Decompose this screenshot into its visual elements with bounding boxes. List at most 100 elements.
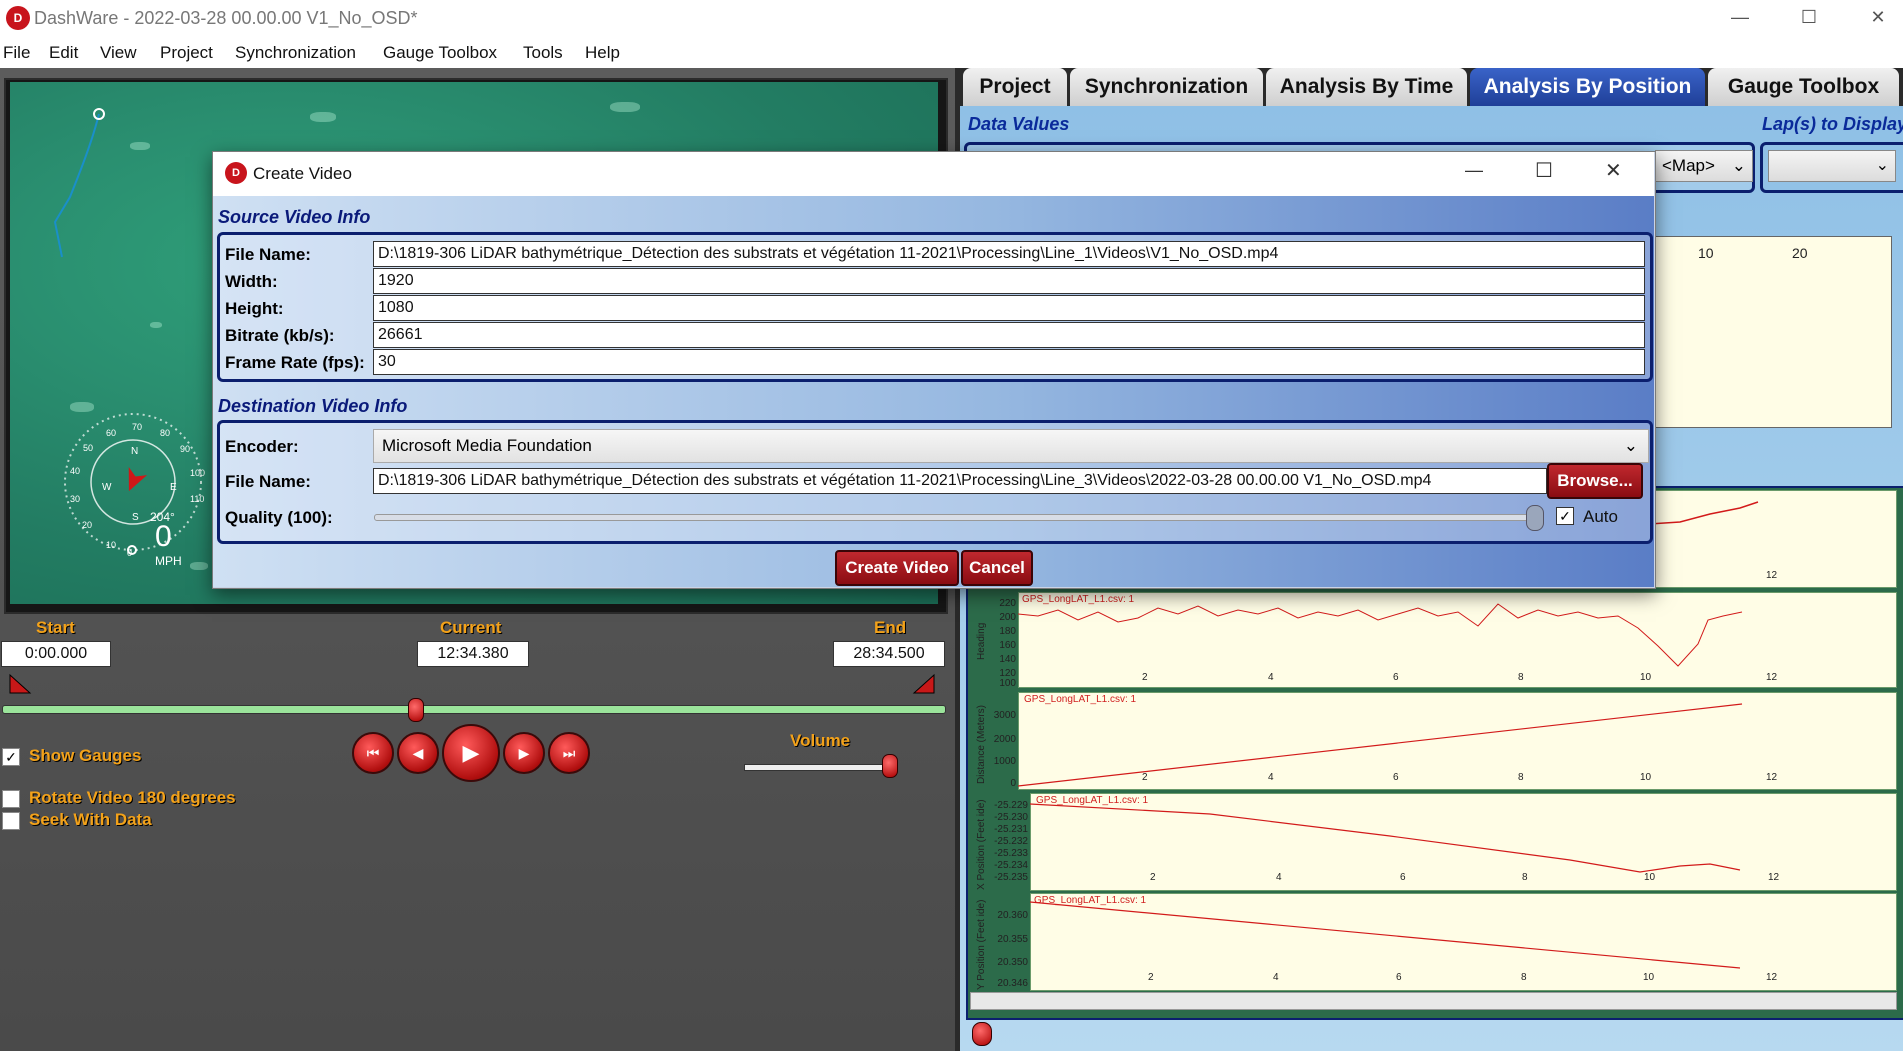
timeline-thumb[interactable] (408, 698, 424, 722)
speed-readout: 0 (155, 520, 172, 553)
dialog-close-icon[interactable]: ✕ (1605, 158, 1622, 183)
gauge-tick: 40 (70, 466, 81, 476)
width-field[interactable]: 1920 (373, 268, 1645, 294)
x-tick: 12 (1766, 772, 1778, 783)
close-icon[interactable]: ✕ (1855, 0, 1901, 34)
height-label: Height: (225, 299, 284, 318)
tab-analysis-by-time[interactable]: Analysis By Time (1266, 68, 1467, 106)
source-file-field[interactable]: D:\1819-306 LiDAR bathymétrique_Détectio… (373, 241, 1645, 267)
dest-file-field[interactable]: D:\1819-306 LiDAR bathymétrique_Détectio… (373, 468, 1547, 494)
graph-4-line (1030, 803, 1741, 873)
destination-section-heading: Destination Video Info (218, 396, 408, 416)
end-time-field[interactable]: 28:34.500 (833, 641, 945, 667)
chevron-down-icon: ⌄ (1875, 157, 1889, 174)
y-tick: -25.233 (994, 848, 1028, 859)
volume-slider[interactable] (744, 764, 896, 771)
quality-slider[interactable] (374, 514, 1536, 521)
source-file-label: File Name: (225, 245, 311, 264)
title-bar: D DashWare - 2022-03-28 00.00.00 V1_No_O… (0, 0, 1903, 38)
encoder-select[interactable]: Microsoft Media Foundation ⌄ (373, 429, 1649, 463)
start-time-field[interactable]: 0:00.000 (1, 641, 111, 667)
gauge-tick: 100 (190, 468, 206, 478)
minimize-icon[interactable]: — (1717, 0, 1763, 34)
tab-gauge-toolbox[interactable]: Gauge Toolbox (1708, 68, 1899, 106)
volume-thumb[interactable] (882, 754, 898, 778)
speed-unit: MPH (155, 554, 182, 568)
quality-thumb[interactable] (1526, 505, 1544, 531)
step-back-button[interactable]: ◀ (397, 732, 439, 774)
dialog-minimize-icon[interactable]: — (1465, 160, 1483, 181)
menu-edit[interactable]: Edit (49, 43, 78, 63)
app-logo-icon: D (6, 6, 30, 30)
graphs-scrollbar[interactable] (970, 992, 1897, 1010)
skip-start-button[interactable]: ⏮ (352, 732, 394, 774)
frame-rate-field[interactable]: 30 (373, 349, 1645, 375)
chevron-down-icon: ⌄ (1623, 436, 1638, 455)
gauge-tick: 90 (180, 444, 191, 454)
y-tick: 160 (999, 640, 1016, 651)
tab-project[interactable]: Project (963, 68, 1067, 106)
menu-synchronization[interactable]: Synchronization (235, 43, 356, 63)
browse-button[interactable]: Browse... (1547, 463, 1643, 499)
y-tick: 20.360 (997, 910, 1028, 921)
y-tick: 3000 (993, 710, 1016, 721)
map-select[interactable]: <Map> ⌄ (1655, 150, 1753, 182)
app-logo-icon: D (225, 162, 247, 184)
menu-file[interactable]: File (3, 43, 30, 63)
tab-analysis-by-position[interactable]: Analysis By Position (1470, 68, 1705, 106)
menu-tools[interactable]: Tools (523, 43, 563, 63)
show-gauges-checkbox[interactable]: ✓ (2, 748, 20, 766)
maximize-icon[interactable]: ☐ (1786, 0, 1832, 34)
y-tick: 180 (999, 626, 1016, 637)
create-video-button[interactable]: Create Video (835, 550, 959, 586)
height-field[interactable]: 1080 (373, 295, 1645, 321)
seek-with-data-checkbox[interactable] (2, 812, 20, 830)
quality-label: Quality (100): (225, 508, 333, 527)
end-marker-icon[interactable] (912, 673, 936, 695)
x-tick: 6 (1396, 972, 1402, 983)
menu-project[interactable]: Project (160, 43, 213, 63)
x-tick: 4 (1276, 872, 1282, 883)
x-tick: 10 (1640, 672, 1652, 683)
cancel-button[interactable]: Cancel (961, 550, 1033, 586)
x-tick: 6 (1400, 872, 1406, 883)
menu-help[interactable]: Help (585, 43, 620, 63)
x-tick: 8 (1518, 772, 1524, 783)
bitrate-field[interactable]: 26661 (373, 322, 1645, 348)
gauge-tick: 10 (106, 540, 117, 550)
rotate-video-checkbox[interactable] (2, 790, 20, 808)
step-forward-button[interactable]: ▶ (503, 732, 545, 774)
position-thumb[interactable] (972, 1022, 992, 1046)
x-tick: 6 (1393, 672, 1399, 683)
menu-gauge-toolbox[interactable]: Gauge Toolbox (383, 43, 497, 63)
bitrate-label: Bitrate (kb/s): (225, 326, 335, 345)
auto-checkbox[interactable]: ✓ (1556, 507, 1574, 525)
frame-rate-label: Frame Rate (fps): (225, 353, 365, 372)
menu-view[interactable]: View (100, 43, 137, 63)
y-tick: -25.232 (994, 836, 1028, 847)
x-tick: 4 (1273, 972, 1279, 983)
show-gauges-label: Show Gauges (29, 746, 142, 765)
current-time-field[interactable]: 12:34.380 (417, 641, 529, 667)
x-tick: 12 (1766, 972, 1778, 983)
seek-with-data-label: Seek With Data (29, 810, 152, 829)
x-tick: 12 (1768, 872, 1780, 883)
rotate-video-label: Rotate Video 180 degrees (29, 788, 236, 807)
dialog-maximize-icon[interactable]: ☐ (1535, 158, 1553, 183)
gauge-tick: 20 (82, 520, 93, 530)
graph-1-xtick: 12 (1766, 570, 1778, 581)
play-button[interactable]: ▶ (442, 724, 500, 782)
start-marker-icon[interactable] (8, 673, 32, 695)
timeline-slider[interactable] (2, 705, 946, 714)
x-tick: 2 (1142, 672, 1148, 683)
map-view[interactable] (1620, 236, 1892, 428)
x-tick: 10 (1643, 972, 1655, 983)
current-label: Current (440, 618, 502, 637)
x-tick: 8 (1521, 972, 1527, 983)
laps-select[interactable]: ⌄ (1768, 150, 1896, 182)
x-tick: 4 (1268, 672, 1274, 683)
skip-end-button[interactable]: ⏭ (548, 732, 590, 774)
laps-heading: Lap(s) to Display (1762, 114, 1903, 134)
tab-synchronization[interactable]: Synchronization (1070, 68, 1263, 106)
x-tick: 8 (1518, 672, 1524, 683)
